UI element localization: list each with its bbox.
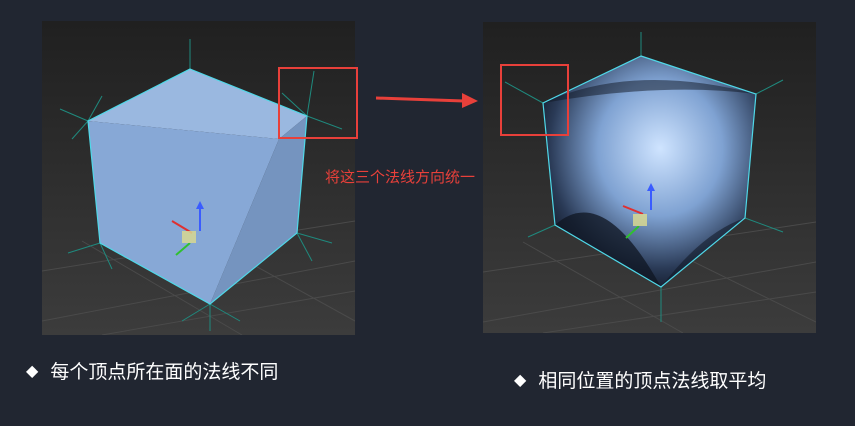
annotation-label: 将这三个法线方向统一 — [325, 168, 476, 186]
caption-right-text: 相同位置的顶点法线取平均 — [538, 370, 767, 392]
highlight-box-left — [278, 67, 358, 139]
diamond-bullet-icon: ◆ — [26, 361, 39, 380]
caption-right: ◆ 相同位置的顶点法线取平均 — [514, 366, 766, 393]
caption-left-text: 每个顶点所在面的法线不同 — [50, 361, 279, 383]
highlight-box-right — [500, 64, 569, 136]
caption-left: ◆ 每个顶点所在面的法线不同 — [26, 357, 278, 384]
right-arrow-icon — [376, 93, 478, 108]
diamond-bullet-icon: ◆ — [514, 370, 527, 389]
